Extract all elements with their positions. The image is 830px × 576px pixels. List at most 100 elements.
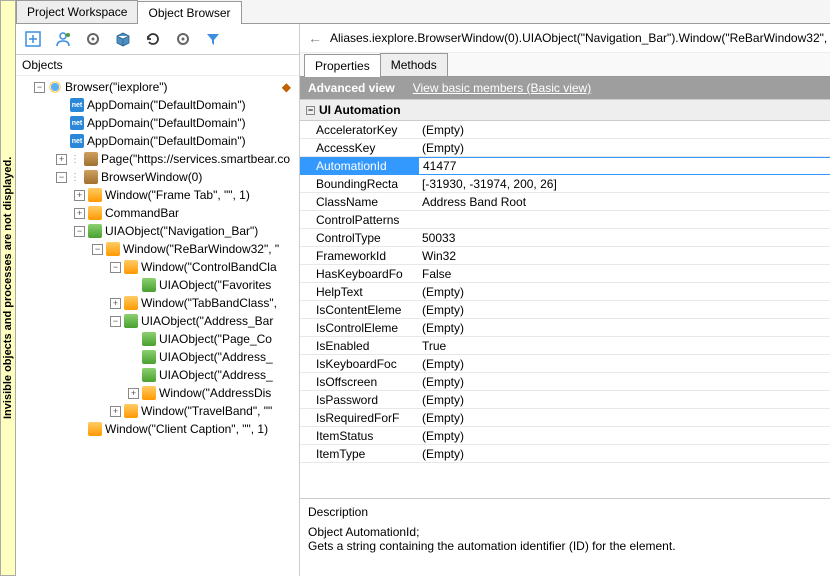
object-toolbar [16,24,299,55]
tree-node-commandbar[interactable]: +CommandBar [70,204,299,222]
expand-icon[interactable]: + [74,190,85,201]
property-row[interactable]: AutomationId41477 [300,157,830,175]
window-icon [84,170,98,184]
tree-node-browserwindow[interactable]: −⋮BrowserWindow(0) [52,168,299,186]
dotnet-icon: net [70,98,84,112]
property-value[interactable]: (Empty) [418,301,468,319]
property-value[interactable]: (Empty) [418,445,468,463]
collapse-icon[interactable]: − [306,106,315,115]
collapse-icon[interactable]: − [110,316,121,327]
tree-node-page[interactable]: +⋮Page("https://services.smartbear.co [52,150,299,168]
tool-gear2-icon[interactable] [169,27,197,51]
section-header[interactable]: −UI Automation [300,100,830,121]
tab-object-browser[interactable]: Object Browser [137,1,241,24]
tree-node-uiaobject[interactable]: UIAObject("Page_Co [124,330,299,348]
property-value[interactable]: (Empty) [418,121,468,139]
tree-node-window[interactable]: +Window("AddressDis [124,384,299,402]
tree-node-uiaobject[interactable]: UIAObject("Address_ [124,366,299,384]
property-row[interactable]: AcceleratorKey(Empty) [300,121,830,139]
tab-properties[interactable]: Properties [304,54,381,77]
property-row[interactable]: IsKeyboardFoc(Empty) [300,355,830,373]
tab-methods[interactable]: Methods [380,53,448,76]
property-row[interactable]: IsControlEleme(Empty) [300,319,830,337]
property-row[interactable]: BoundingRecta[-31930, -31974, 200, 26] [300,175,830,193]
tool-users-icon[interactable] [49,27,77,51]
tree-node-uiaobject[interactable]: UIAObject("Favorites [124,276,299,294]
expand-icon[interactable]: + [74,208,85,219]
object-tree[interactable]: − Browser("iexplore") ◆ netAppDomain("De… [16,76,299,576]
dotnet-icon: net [70,134,84,148]
collapse-icon[interactable]: − [34,82,45,93]
tree-node-window[interactable]: −Window("ControlBandCla [106,258,299,276]
property-row[interactable]: IsRequiredForF(Empty) [300,409,830,427]
tab-project-workspace[interactable]: Project Workspace [16,0,138,23]
property-value[interactable]: (Empty) [418,355,468,373]
property-grid[interactable]: −UI Automation AcceleratorKey(Empty)Acce… [300,99,830,498]
tree-node-appdomain[interactable]: netAppDomain("DefaultDomain") [52,132,299,150]
property-row[interactable]: AccessKey(Empty) [300,139,830,157]
back-arrow-icon[interactable]: ← [308,30,322,46]
tree-node-window[interactable]: +Window("Frame Tab", "", 1) [70,186,299,204]
property-value[interactable]: Win32 [418,247,460,265]
tree-node-window[interactable]: +Window("TabBandClass", [106,294,299,312]
property-value[interactable]: (Empty) [418,427,468,445]
tree-node-window[interactable]: +Window("TravelBand", "" [106,402,299,420]
tree-node-uiaobject[interactable]: −UIAObject("Address_Bar [106,312,299,330]
property-value[interactable]: (Empty) [418,409,468,427]
property-value[interactable]: False [418,265,455,283]
pin-icon[interactable]: ◆ [282,80,291,94]
property-row[interactable]: FrameworkIdWin32 [300,247,830,265]
property-value[interactable]: (Empty) [418,283,468,301]
property-row[interactable]: HasKeyboardFoFalse [300,265,830,283]
tree-node-uiaobject[interactable]: −UIAObject("Navigation_Bar") [70,222,299,240]
property-row[interactable]: IsEnabledTrue [300,337,830,355]
tree-node-window[interactable]: Window("Client Caption", "", 1) [70,420,299,438]
property-value[interactable]: 41477 [419,157,460,175]
basic-view-link[interactable]: View basic members (Basic view) [413,81,592,95]
property-row[interactable]: ControlPatterns [300,211,830,229]
collapse-icon[interactable]: − [74,226,85,237]
expand-icon[interactable]: + [56,154,67,165]
window-icon [88,422,102,436]
tool-refresh-icon[interactable] [139,27,167,51]
property-value[interactable]: 50033 [418,229,459,247]
property-value[interactable] [418,218,426,222]
dots-icon: ⋮ [70,172,81,183]
collapse-icon[interactable]: − [110,262,121,273]
description-title: Description [308,505,830,519]
tool-box-icon[interactable] [109,27,137,51]
expand-icon[interactable]: + [110,298,121,309]
property-row[interactable]: ControlType50033 [300,229,830,247]
tree-node-window[interactable]: −Window("ReBarWindow32", " [88,240,299,258]
tree-node-browser[interactable]: − Browser("iexplore") ◆ [16,78,299,96]
right-pane: ← Aliases.iexplore.BrowserWindow(0).UIAO… [300,24,830,576]
property-name: AcceleratorKey [300,121,418,139]
property-value[interactable]: (Empty) [418,319,468,337]
tree-node-appdomain[interactable]: netAppDomain("DefaultDomain") [52,96,299,114]
window-icon [88,206,102,220]
property-value[interactable]: Address Band Root [418,193,530,211]
property-row[interactable]: IsPassword(Empty) [300,391,830,409]
property-row[interactable]: ItemType(Empty) [300,445,830,463]
expand-icon[interactable]: + [110,406,121,417]
tool-map-object-icon[interactable] [19,27,47,51]
description-line: Gets a string containing the automation … [308,539,830,553]
collapse-icon[interactable]: − [92,244,103,255]
tree-node-uiaobject[interactable]: UIAObject("Address_ [124,348,299,366]
collapse-icon[interactable]: − [56,172,67,183]
property-row[interactable]: HelpText(Empty) [300,283,830,301]
property-name: IsEnabled [300,337,418,355]
property-row[interactable]: IsOffscreen(Empty) [300,373,830,391]
property-value[interactable]: [-31930, -31974, 200, 26] [418,175,561,193]
property-row[interactable]: ClassNameAddress Band Root [300,193,830,211]
property-row[interactable]: IsContentEleme(Empty) [300,301,830,319]
property-value[interactable]: (Empty) [418,373,468,391]
property-value[interactable]: True [418,337,450,355]
property-value[interactable]: (Empty) [418,139,468,157]
property-row[interactable]: ItemStatus(Empty) [300,427,830,445]
property-value[interactable]: (Empty) [418,391,468,409]
tool-filter-icon[interactable] [199,27,227,51]
tool-settings-icon[interactable] [79,27,107,51]
expand-icon[interactable]: + [128,388,139,399]
tree-node-appdomain[interactable]: netAppDomain("DefaultDomain") [52,114,299,132]
